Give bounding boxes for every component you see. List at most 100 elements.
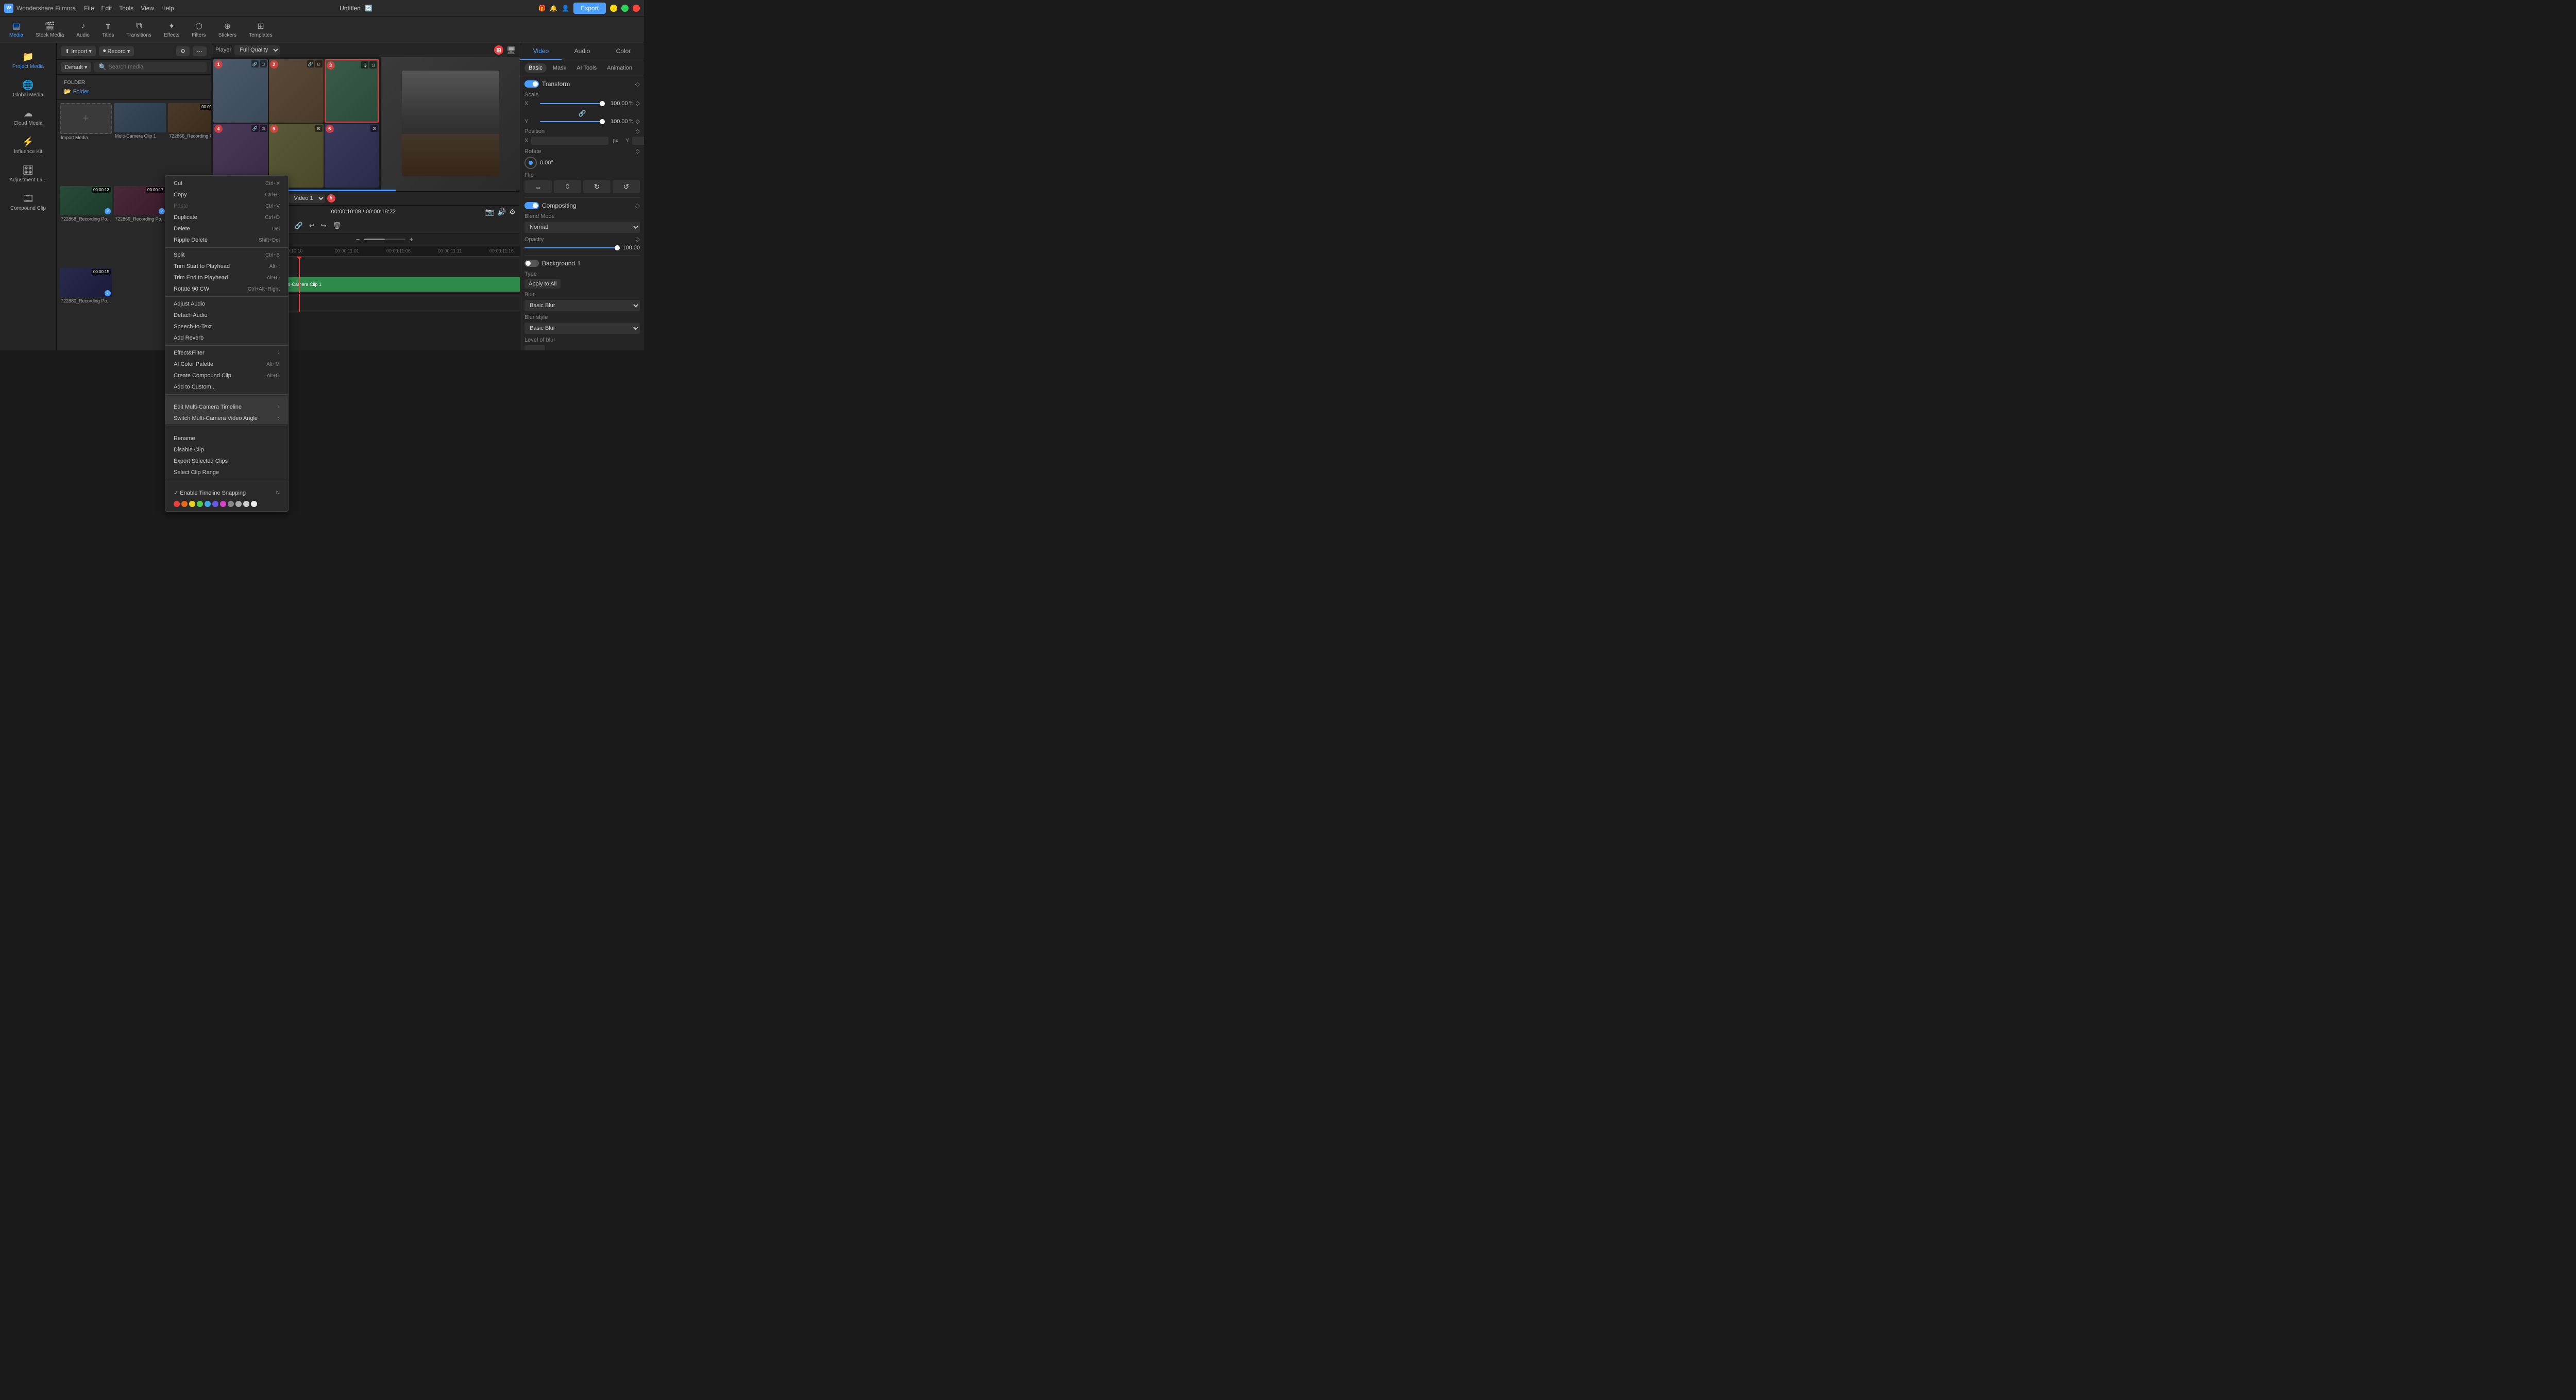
cam-cell-6[interactable]: 6 ⊡	[325, 124, 379, 187]
sidebar-item-global-media[interactable]: 🌐 Global Media	[2, 76, 54, 102]
ctx-edit-multicam[interactable]	[165, 396, 288, 401]
ctx-delete[interactable]: DeleteDel	[165, 223, 288, 234]
ctx-add-reverb[interactable]: Add Reverb	[165, 332, 288, 344]
record-button[interactable]: ⏺ Record ▾	[99, 46, 134, 56]
ctx-add-custom[interactable]: Add to Custom...	[165, 381, 288, 393]
minimize-button[interactable]	[610, 5, 617, 12]
sidebar-item-compound-clip[interactable]: 🎞 Compound Clip	[2, 189, 54, 215]
sidebar-item-adjustment[interactable]: 🎛 Adjustment La...	[2, 161, 54, 187]
color-dot-gray2[interactable]	[235, 501, 242, 507]
toolbar-effects[interactable]: ✦ Effects	[159, 19, 184, 40]
ctx-trim-end[interactable]: Trim End to PlayheadAlt+O	[165, 272, 288, 283]
zoom-in[interactable]: +	[408, 234, 416, 244]
rotate-ccw-btn[interactable]: ↺	[613, 180, 640, 193]
ctx-ripple-delete[interactable]: Ripple DeleteShift+Del	[165, 234, 288, 246]
flip-horizontal-btn[interactable]: ⇔	[524, 180, 552, 193]
pos-x-input[interactable]: 0.00	[531, 137, 608, 145]
import-media-placeholder[interactable]: +	[60, 103, 112, 134]
menu-file[interactable]: File	[84, 5, 94, 12]
compositing-toggle[interactable]	[524, 202, 539, 209]
flip-vertical-btn[interactable]: ⇕	[554, 180, 581, 193]
tab-color[interactable]: Color	[603, 43, 644, 60]
filter-button[interactable]: ⚙	[176, 46, 190, 56]
tree-item-folder[interactable]: 📂 Folder	[61, 87, 207, 96]
ctx-select-range[interactable]: Export Selected Clips	[165, 456, 288, 467]
apply-to-all-button[interactable]: Apply to All	[524, 279, 561, 289]
tl-link[interactable]: 🔗	[293, 221, 305, 231]
color-dot-white[interactable]	[251, 501, 257, 507]
blur-style-select-2[interactable]: Basic Blur	[524, 323, 640, 334]
ctx-rotate[interactable]: Rotate 90 CWCtrl+Alt+Right	[165, 283, 288, 295]
cam-cell-2[interactable]: 2 🔗 ⊡	[269, 59, 324, 123]
ctx-duplicate[interactable]: DuplicateCtrl+D	[165, 212, 288, 223]
sidebar-item-influence-kit[interactable]: ⚡ Influence Kit	[2, 132, 54, 159]
more-options-button[interactable]: ⋯	[193, 46, 207, 56]
color-dot-gray3[interactable]	[243, 501, 249, 507]
cam-layout-badge[interactable]: ⊞	[494, 45, 503, 55]
audio-source-select[interactable]: Video 1	[289, 194, 325, 203]
tab-audio[interactable]: Audio	[562, 43, 603, 60]
toolbar-titles[interactable]: T Titles	[97, 19, 120, 40]
ctx-disable-clip[interactable]: Rename	[165, 433, 288, 444]
color-dot-red[interactable]	[174, 501, 180, 507]
media-thumb-722869[interactable]: 00:00:17 ✓	[114, 186, 166, 215]
preview-screen-icon[interactable]: 🖥	[506, 45, 516, 55]
menu-help[interactable]: Help	[161, 5, 174, 12]
ctx-split[interactable]: SplitCtrl+B	[165, 249, 288, 261]
scale-x-keyframe[interactable]: ◇	[636, 100, 640, 107]
search-bar[interactable]: 🔍	[94, 62, 207, 72]
sub-tab-animation[interactable]: Animation	[603, 63, 636, 73]
ctx-enable-snapping[interactable]	[165, 482, 288, 487]
ctx-speech-to-text[interactable]: Speech-to-Text	[165, 321, 288, 332]
ctx-export-clips[interactable]: Disable Clip	[165, 444, 288, 456]
tl-delete[interactable]: 🗑	[331, 221, 344, 231]
color-dot-pink[interactable]	[220, 501, 226, 507]
menu-edit[interactable]: Edit	[101, 5, 112, 12]
user-icon[interactable]: 👤	[562, 5, 569, 12]
scale-y-keyframe[interactable]: ◇	[636, 118, 640, 125]
list-item[interactable]: 00:00:13 ✓ 722868_Recording Po...	[60, 186, 112, 265]
opacity-slider[interactable]	[524, 247, 617, 248]
color-dot-purple[interactable]	[212, 501, 218, 507]
toolbar-media[interactable]: ▤ Media	[4, 19, 28, 40]
zoom-slider[interactable]	[364, 239, 405, 240]
export-button[interactable]: Export	[573, 3, 606, 14]
ctx-ai-color[interactable]: AI Color PaletteAlt+M	[165, 359, 288, 370]
maximize-button[interactable]	[621, 5, 629, 12]
list-item[interactable]: 00:00:10 ✓ 722866_Recording Po...	[168, 103, 211, 184]
color-dot-gray1[interactable]	[228, 501, 234, 507]
ctx-trim-start[interactable]: Trim Start to PlayheadAlt+I	[165, 261, 288, 272]
ctx-locate-panel[interactable]: Select Clip Range	[165, 467, 288, 478]
ctx-cut[interactable]: CutCtrl+X	[165, 178, 288, 189]
tl-redo[interactable]: ↪	[319, 221, 329, 231]
import-button[interactable]: ⬆ Import ▾	[61, 46, 96, 56]
ctx-copy[interactable]: CopyCtrl+C	[165, 189, 288, 200]
ctx-adjust-audio[interactable]: Adjust Audio	[165, 298, 288, 310]
ctx-detach-audio[interactable]: Detach Audio	[165, 310, 288, 321]
zoom-out[interactable]: −	[354, 234, 362, 244]
rotate-90-btn[interactable]: ↻	[583, 180, 611, 193]
close-button[interactable]	[633, 5, 640, 12]
list-item[interactable]: 00:00:15 ✓ 722880_Recording Po...	[60, 268, 112, 347]
toolbar-stickers[interactable]: ⊕ Stickers	[213, 19, 242, 40]
scale-x-slider[interactable]	[540, 103, 602, 104]
color-dot-yellow[interactable]	[189, 501, 195, 507]
default-view-button[interactable]: Default ▾	[61, 62, 91, 72]
settings-button[interactable]: ⚙	[509, 208, 516, 216]
tab-video[interactable]: Video	[520, 43, 562, 60]
sub-tab-basic[interactable]: Basic	[524, 63, 547, 73]
rotate-keyframe-icon[interactable]: ◇	[636, 148, 640, 155]
ctx-select-color-mark[interactable]: ✓ Enable Timeline SnappingN	[165, 487, 288, 499]
search-input[interactable]	[108, 64, 202, 70]
screenshot-button[interactable]: 📷	[485, 208, 494, 216]
multicam-clip-1[interactable]: ⊞ Multi-Camera Clip 1	[273, 277, 520, 292]
transform-toggle[interactable]	[524, 80, 539, 88]
rotate-dial[interactable]	[524, 157, 537, 169]
sub-tab-mask[interactable]: Mask	[549, 63, 570, 73]
menu-tools[interactable]: Tools	[119, 5, 133, 12]
ctx-switch-video-angle[interactable]: Edit Multi-Camera Timeline›	[165, 401, 288, 413]
bell-icon[interactable]: 🔔	[550, 5, 557, 12]
blend-mode-select[interactable]: Normal	[524, 222, 640, 233]
list-item[interactable]: + Import Media	[60, 103, 112, 184]
toolbar-transitions[interactable]: ⧉ Transitions	[121, 19, 157, 40]
